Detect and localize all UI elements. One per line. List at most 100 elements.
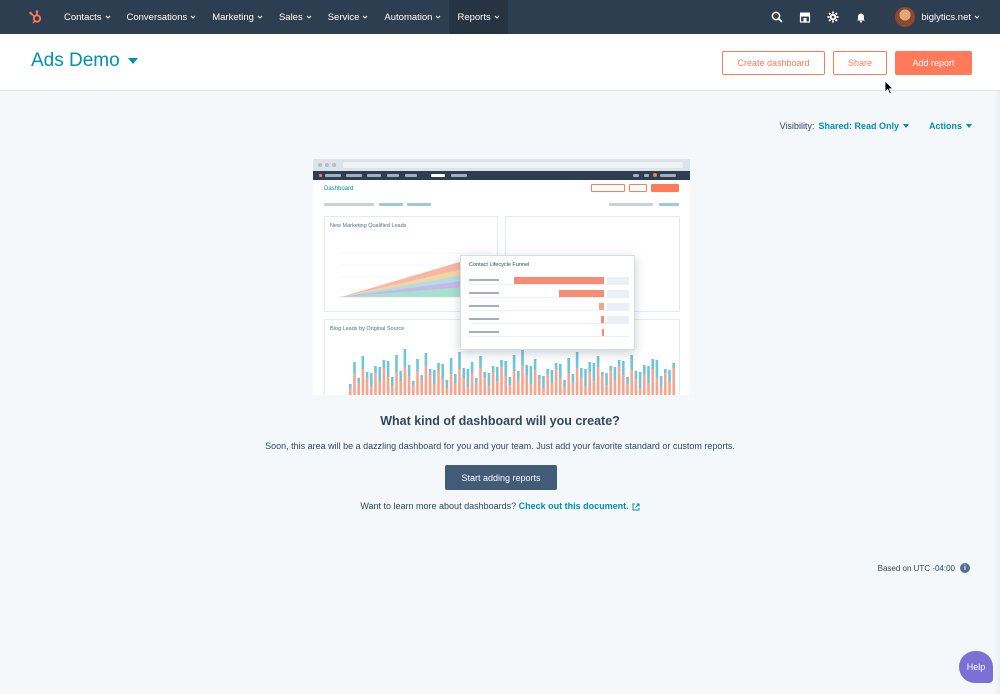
account-name: biglytics.net: [921, 11, 971, 23]
bell-icon[interactable]: [847, 0, 875, 34]
illustration-bar: [651, 359, 654, 369]
illustration-bar: [382, 360, 386, 368]
help-button[interactable]: Help: [959, 651, 993, 683]
illustration-bar: [441, 364, 444, 379]
share-button[interactable]: Share: [833, 51, 887, 75]
timezone-label: Based on UTC -04:00: [877, 563, 955, 573]
illustration-bar: [491, 372, 495, 395]
illustration-bar: [416, 359, 419, 371]
illustration-bar: [391, 377, 394, 386]
illustration-bar: [378, 367, 381, 382]
illustration-bar: [374, 373, 377, 395]
nav-conversations[interactable]: Conversations: [119, 0, 205, 34]
illustration-bar: [664, 373, 667, 395]
chevron-down-icon: [306, 15, 312, 19]
add-report-button[interactable]: Add report: [895, 51, 972, 75]
illustration-bar: [559, 364, 562, 378]
illustration-bar: [382, 368, 386, 395]
illustration-card2-title: Blog Leads by Original Source: [330, 326, 405, 332]
illustration-bar: [479, 356, 482, 368]
illustration-bar: [428, 375, 432, 395]
dashboard-title: Ads Demo: [31, 50, 120, 71]
illustration-bar: [638, 388, 642, 395]
avatar[interactable]: [895, 7, 916, 27]
account-menu[interactable]: biglytics.net: [921, 12, 980, 23]
illustration-bar: [420, 375, 423, 380]
illustration-bar: [601, 372, 604, 376]
illustration-bar: [659, 387, 663, 395]
illustration-bar: [454, 383, 457, 395]
illustration-bar: [428, 369, 432, 375]
hubspot-logo-icon[interactable]: [22, 0, 50, 34]
illustration-bar: [433, 370, 436, 384]
actions-dropdown[interactable]: Actions: [929, 121, 972, 131]
nav-sales[interactable]: Sales: [271, 0, 320, 34]
illustration-bar: [559, 378, 562, 395]
external-link-icon: [632, 503, 640, 511]
illustration-bar: [596, 356, 600, 367]
illustration-bar: [672, 363, 675, 368]
illustration-bar: [370, 387, 373, 395]
start-adding-reports-button[interactable]: Start adding reports: [445, 465, 557, 490]
illustration-bar: [357, 383, 360, 395]
illustration-bar: [664, 369, 667, 373]
nav-automation-label: Automation: [384, 11, 433, 23]
nav-service[interactable]: Service: [320, 0, 377, 34]
dashboards-doc-link-label: Check out this document.: [518, 501, 629, 511]
illustration-bar: [588, 362, 591, 372]
marketplace-icon[interactable]: [791, 0, 819, 34]
illustration-bar: [601, 376, 604, 395]
dashboard-selector[interactable]: Ads Demo: [31, 50, 138, 72]
chevron-down-icon: [105, 15, 110, 19]
nav-automation[interactable]: Automation: [376, 0, 449, 34]
illustration-bar: [575, 368, 579, 395]
illustration-bar: [521, 349, 524, 366]
visibility-row: Visibility: Shared: Read Only Actions: [780, 121, 972, 131]
search-icon[interactable]: [763, 0, 791, 34]
illustration-bar: [529, 384, 533, 395]
scroll-shadow: [994, 91, 1000, 694]
empty-state-description: Soon, this area will be a dazzling dashb…: [265, 441, 735, 451]
chevron-down-icon: [257, 15, 263, 19]
create-dashboard-button[interactable]: Create dashboard: [722, 51, 825, 75]
illustration-bar: [470, 362, 474, 373]
nav-reports-label: Reports: [457, 11, 491, 23]
illustration-bar: [407, 365, 411, 376]
nav-reports[interactable]: Reports: [449, 0, 508, 34]
illustration-bar: [357, 378, 360, 383]
illustration-bar: [412, 385, 415, 395]
info-icon[interactable]: i: [960, 563, 970, 573]
illustration-bar: [458, 369, 461, 395]
illustration-bar: [668, 382, 671, 395]
illustration-bar: [584, 386, 587, 395]
gear-icon[interactable]: [819, 0, 847, 34]
illustration-bar: [349, 384, 352, 388]
dashboards-doc-link[interactable]: Check out this document.: [519, 501, 640, 511]
illustration-bar: [517, 380, 520, 395]
illustration-bar: [462, 368, 465, 378]
illustration-funnel-title: Contact Lifecycle Funnel: [469, 262, 530, 268]
illustration-bar: [454, 374, 457, 383]
visibility-dropdown[interactable]: Shared: Read Only: [818, 121, 909, 131]
illustration-bar: [500, 367, 503, 395]
illustration-bar: [508, 377, 512, 385]
illustration-bar: [416, 371, 419, 395]
nav-marketing[interactable]: Marketing: [204, 0, 271, 34]
chevron-down-icon: [974, 15, 980, 19]
illustration-bar: [554, 369, 558, 395]
learn-more-line: Want to learn more about dashboards? Che…: [0, 501, 1000, 511]
illustration-bar: [496, 381, 499, 395]
illustration-bar: [529, 366, 533, 384]
nav-contacts[interactable]: Contacts: [56, 0, 119, 34]
illustration-card1-title: New Marketing Qualified Leads: [330, 223, 407, 229]
illustration-bar: [567, 373, 570, 395]
illustration-bar: [361, 369, 365, 395]
caret-down-icon: [127, 58, 138, 64]
illustration-bar: [445, 380, 449, 388]
illustration-bar: [575, 352, 579, 368]
illustration-bar: [550, 383, 554, 395]
illustration-bar: [617, 366, 621, 395]
illustration-bar: [525, 375, 528, 395]
illustration-bar: [365, 372, 369, 378]
illustration-bar: [643, 365, 646, 374]
